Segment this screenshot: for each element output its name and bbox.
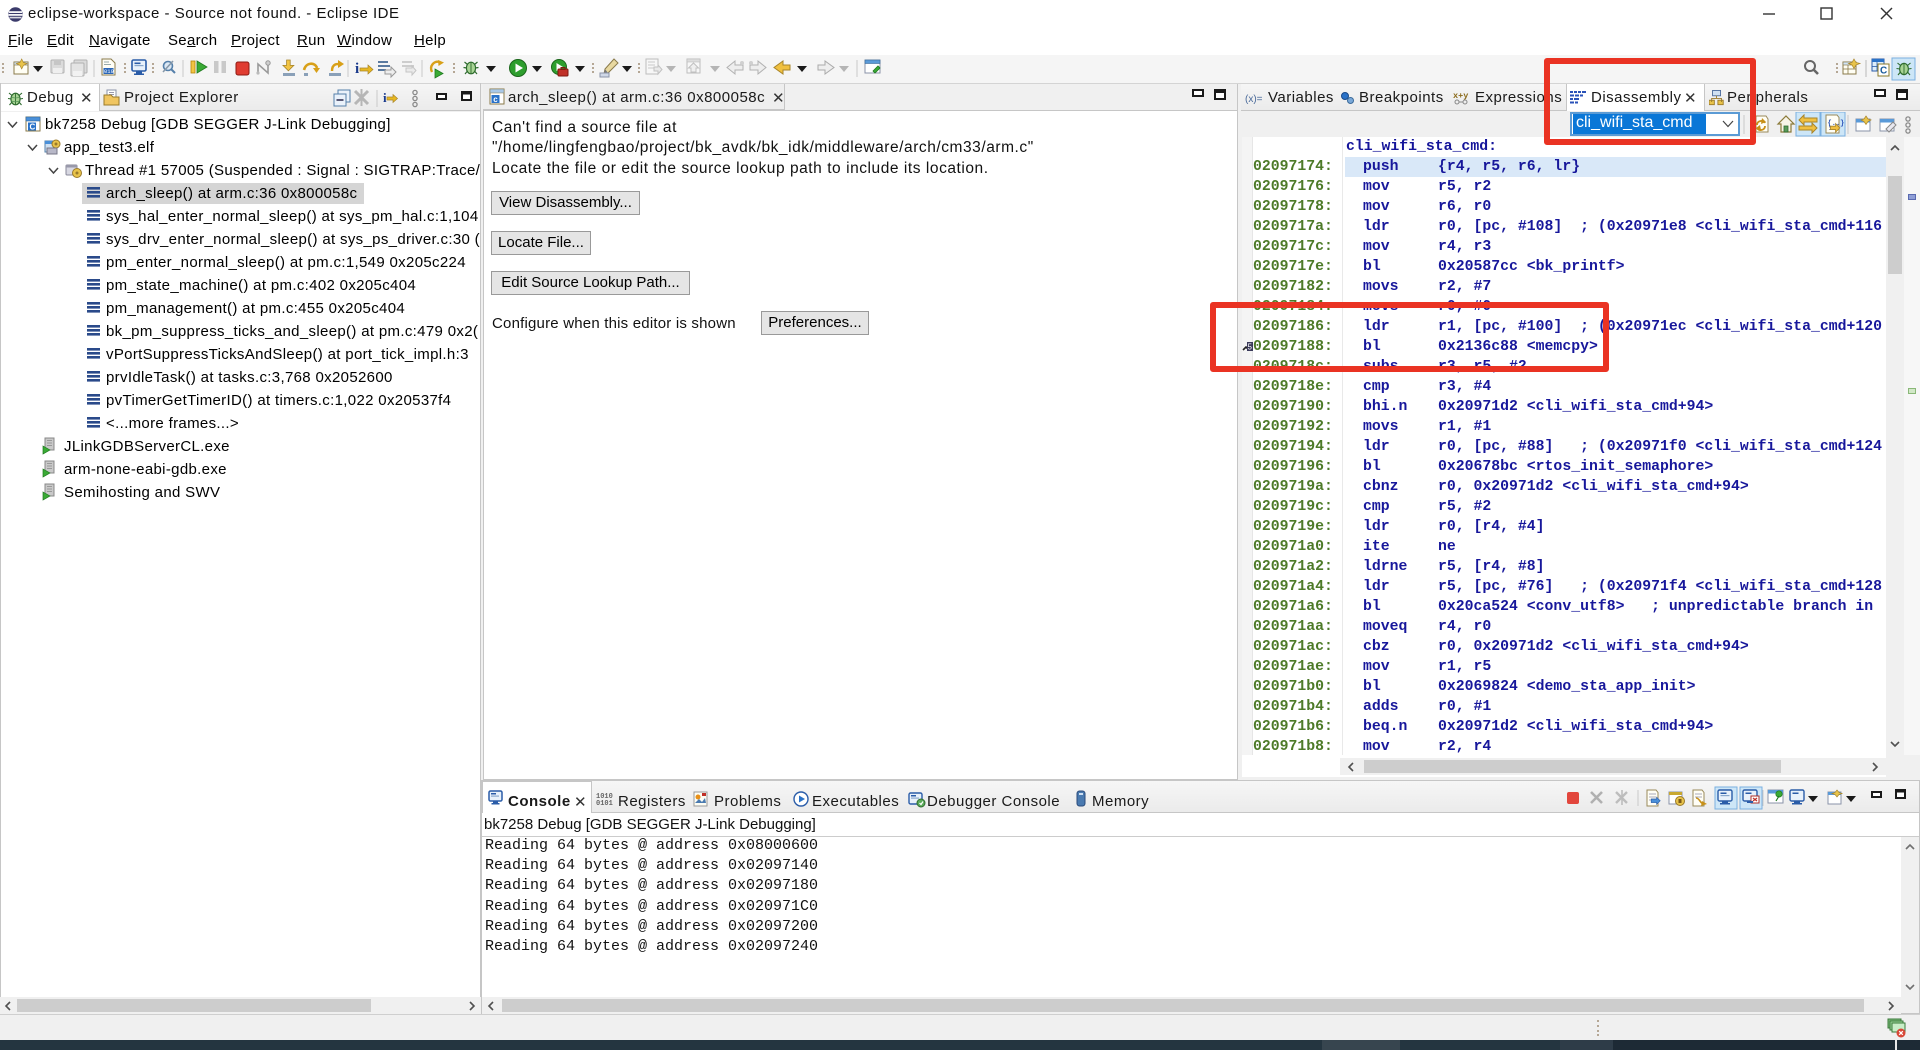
svg-text:0101: 0101 (596, 800, 613, 807)
